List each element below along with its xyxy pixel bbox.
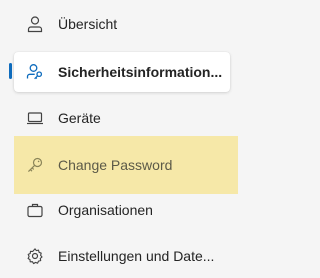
nav-item-label: Organisationen [58, 202, 153, 218]
nav-item-label: Einstellungen und Date... [58, 248, 215, 264]
selection-indicator [9, 63, 12, 79]
nav-item-label: Geräte [58, 110, 101, 126]
nav-item-label: Change Password [58, 157, 173, 173]
gear-icon [26, 247, 44, 265]
nav-item-devices[interactable]: Geräte [14, 98, 230, 138]
nav-item-overview[interactable]: Übersicht [14, 4, 230, 44]
key-icon [26, 156, 44, 174]
nav-item-organizations[interactable]: Organisationen [14, 190, 230, 230]
nav-item-label: Übersicht [58, 16, 118, 32]
briefcase-icon [26, 201, 44, 219]
account-side-nav: Übersicht Sicherheitsinformation... Gerä… [0, 0, 272, 278]
person-icon [26, 15, 44, 33]
nav-item-security-info[interactable]: Sicherheitsinformation... [14, 52, 230, 92]
laptop-icon [26, 109, 44, 127]
person-key-icon [26, 63, 44, 81]
nav-item-change-password[interactable]: Change Password [14, 136, 238, 194]
nav-item-settings-privacy[interactable]: Einstellungen und Date... [14, 236, 230, 276]
nav-item-label: Sicherheitsinformation... [58, 64, 223, 80]
